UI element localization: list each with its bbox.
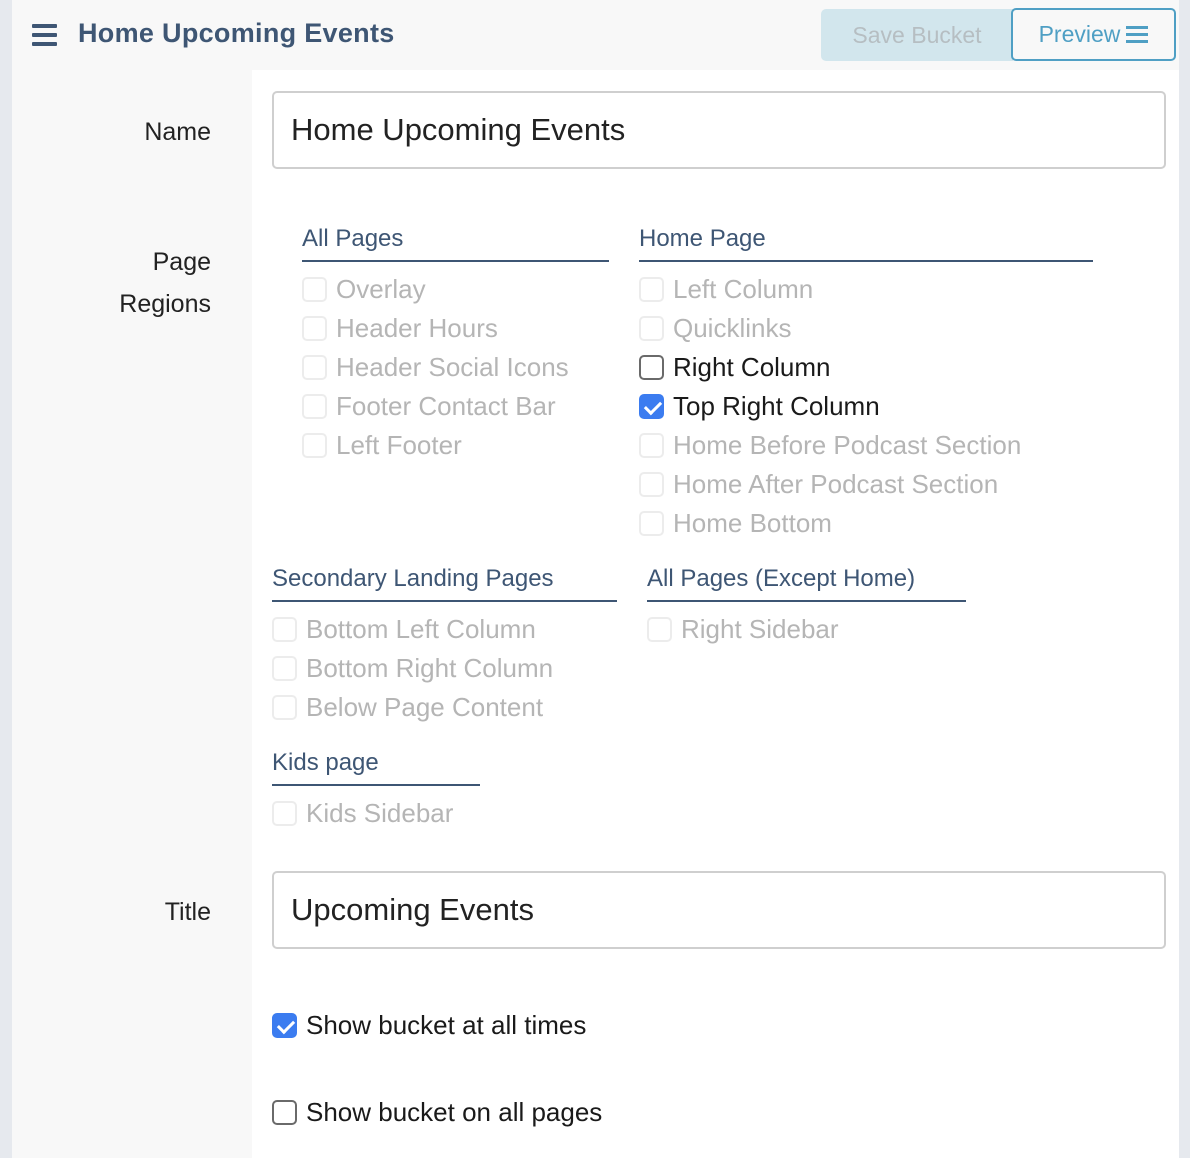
toggle-label: Show bucket at all times [306, 1010, 587, 1040]
option-label: Right Sidebar [681, 614, 839, 644]
checkbox[interactable] [639, 472, 664, 497]
checkbox[interactable] [302, 355, 327, 380]
checkbox[interactable] [272, 656, 297, 681]
option-label: Left Column [673, 274, 814, 304]
checkbox[interactable] [639, 277, 664, 302]
checkbox[interactable] [272, 801, 297, 826]
region-option[interactable]: Overlay [302, 270, 609, 309]
show-at-all-times-toggle[interactable]: Show bucket at all times [272, 1006, 586, 1045]
option-label: Home Before Podcast Section [673, 430, 1022, 460]
page-regions-label-line2: Regions [119, 290, 211, 318]
toggle-label: Show bucket on all pages [306, 1097, 603, 1127]
region-group-all-pages: All Pages Overlay Header Hours Header So… [302, 222, 609, 465]
option-label: Bottom Right Column [306, 653, 554, 683]
option-label: Right Column [673, 352, 831, 382]
save-bucket-button[interactable]: Save Bucket [821, 9, 1013, 61]
region-option[interactable]: Footer Contact Bar [302, 387, 609, 426]
page-regions-label: Page Regions [119, 241, 211, 325]
region-option[interactable]: Right Sidebar [647, 610, 966, 649]
checkbox[interactable] [639, 511, 664, 536]
option-label: Left Footer [336, 430, 462, 460]
region-option[interactable]: Home Bottom [639, 504, 1093, 543]
checkbox[interactable] [272, 695, 297, 720]
title-input[interactable] [272, 871, 1166, 949]
region-option[interactable]: Kids Sidebar [272, 794, 480, 833]
region-option[interactable]: Home Before Podcast Section [639, 426, 1093, 465]
region-option[interactable]: Header Hours [302, 309, 609, 348]
group-title: Kids page [272, 746, 480, 786]
option-label: Top Right Column [673, 391, 880, 421]
region-option[interactable]: Left Column [639, 270, 1093, 309]
checkbox[interactable] [302, 277, 327, 302]
region-option-right-column[interactable]: Right Column [639, 348, 1093, 387]
checkbox[interactable] [639, 433, 664, 458]
option-label: Below Page Content [306, 692, 544, 722]
region-option[interactable]: Below Page Content [272, 688, 617, 727]
group-title: All Pages [302, 222, 609, 262]
option-label: Header Hours [336, 313, 498, 343]
name-label: Name [144, 118, 211, 146]
checkbox[interactable] [302, 316, 327, 341]
option-label: Header Social Icons [336, 352, 569, 382]
option-label: Home After Podcast Section [673, 469, 999, 499]
region-option[interactable]: Bottom Right Column [272, 649, 617, 688]
option-label: Kids Sidebar [306, 798, 454, 828]
page-title: Home Upcoming Events [78, 18, 395, 48]
checkbox[interactable] [272, 1100, 297, 1125]
region-group-secondary-landing-pages: Secondary Landing Pages Bottom Left Colu… [272, 562, 617, 727]
checkbox-checked[interactable] [272, 1013, 297, 1038]
group-title: Home Page [639, 222, 1093, 262]
group-title: All Pages (Except Home) [647, 562, 966, 602]
option-label: Home Bottom [673, 508, 832, 538]
option-label: Bottom Left Column [306, 614, 536, 644]
option-label: Quicklinks [673, 313, 792, 343]
title-label: Title [164, 898, 211, 926]
checkbox[interactable] [647, 617, 672, 642]
checkbox[interactable] [639, 355, 664, 380]
bucket-editor-panel: Home Upcoming Events Save Bucket Preview… [12, 0, 1179, 1158]
list-icon [1126, 22, 1149, 47]
checkbox[interactable] [272, 617, 297, 642]
region-group-kids-page: Kids page Kids Sidebar [272, 746, 480, 833]
region-option[interactable]: Bottom Left Column [272, 610, 617, 649]
show-on-all-pages-toggle[interactable]: Show bucket on all pages [272, 1093, 602, 1132]
region-option[interactable]: Home After Podcast Section [639, 465, 1093, 504]
header: Home Upcoming Events Save Bucket Preview [12, 0, 1179, 70]
page-regions-label-line1: Page [152, 248, 211, 276]
preview-button[interactable]: Preview [1011, 8, 1176, 61]
region-option[interactable]: Header Social Icons [302, 348, 609, 387]
option-label: Overlay [336, 274, 426, 304]
checkbox[interactable] [302, 394, 327, 419]
region-group-all-pages-except-home: All Pages (Except Home) Right Sidebar [647, 562, 966, 649]
group-title: Secondary Landing Pages [272, 562, 617, 602]
region-group-home-page: Home Page Left Column Quicklinks Right C… [639, 222, 1093, 543]
region-option-top-right-column[interactable]: Top Right Column [639, 387, 1093, 426]
region-option[interactable]: Quicklinks [639, 309, 1093, 348]
option-label: Footer Contact Bar [336, 391, 556, 421]
checkbox-checked[interactable] [639, 394, 664, 419]
preview-label: Preview [1038, 21, 1121, 47]
checkbox[interactable] [302, 433, 327, 458]
name-input[interactable] [272, 91, 1166, 169]
checkbox[interactable] [639, 316, 664, 341]
menu-icon[interactable] [32, 24, 57, 46]
region-option[interactable]: Left Footer [302, 426, 609, 465]
